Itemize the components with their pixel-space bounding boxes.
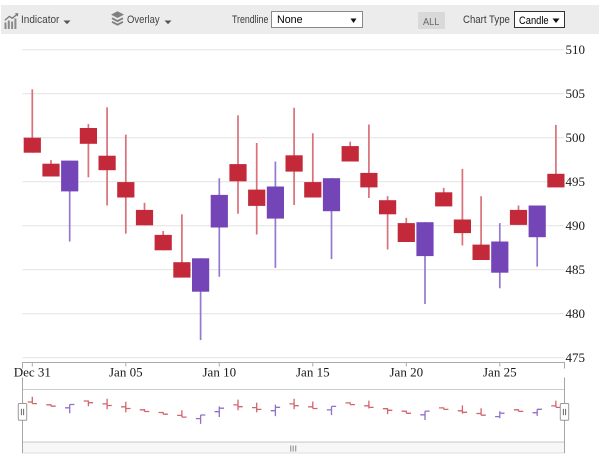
svg-text:Jan 25: Jan 25 [483, 365, 517, 380]
svg-text:510: 510 [566, 42, 586, 57]
svg-text:475: 475 [566, 350, 586, 365]
svg-text:495: 495 [566, 174, 586, 189]
svg-text:490: 490 [566, 218, 586, 233]
svg-text:Jan 15: Jan 15 [296, 365, 330, 380]
svg-text:Jan 05: Jan 05 [109, 365, 143, 380]
svg-text:Jan 10: Jan 10 [203, 365, 237, 380]
svg-text:Dec 31: Dec 31 [14, 365, 51, 380]
svg-text:485: 485 [566, 262, 586, 277]
svg-text:480: 480 [566, 306, 586, 321]
svg-text:505: 505 [566, 86, 586, 101]
svg-text:Jan 20: Jan 20 [390, 365, 424, 380]
svg-text:500: 500 [566, 130, 586, 145]
